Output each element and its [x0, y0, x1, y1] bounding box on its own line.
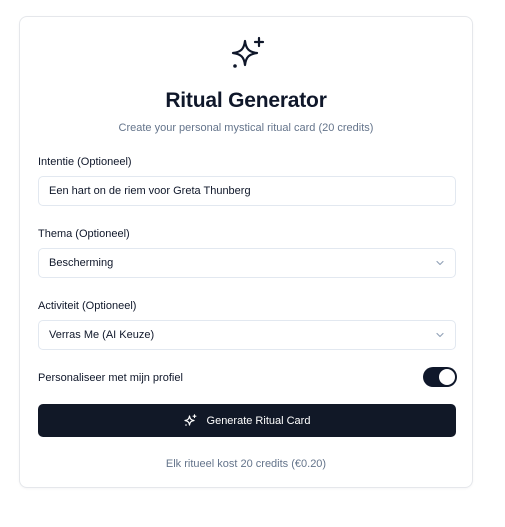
theme-select[interactable]: Bescherming	[38, 248, 456, 278]
ritual-generator-card: Ritual Generator Create your personal my…	[19, 16, 473, 488]
theme-select-value: Bescherming	[49, 257, 114, 269]
intent-label: Intentie (Optioneel)	[38, 156, 132, 168]
page-subtitle: Create your personal mystical ritual car…	[118, 122, 374, 134]
personalize-label: Personaliseer met mijn profiel	[38, 372, 183, 384]
chevron-down-icon	[436, 332, 444, 338]
generate-ritual-card-button[interactable]: Generate Ritual Card	[38, 404, 456, 437]
activity-label: Activiteit (Optioneel)	[38, 300, 137, 312]
toggle-knob	[439, 369, 455, 385]
sparkles-icon	[231, 36, 265, 68]
page-title: Ritual Generator	[165, 89, 327, 112]
sparkles-icon	[183, 414, 196, 426]
intent-input-value: Een hart on de riem voor Greta Thunberg	[49, 185, 251, 197]
theme-label: Thema (Optioneel)	[38, 228, 130, 240]
generate-button-label: Generate Ritual Card	[206, 414, 311, 427]
activity-select[interactable]: Verras Me (AI Keuze)	[38, 320, 456, 350]
personalize-toggle[interactable]	[423, 367, 457, 387]
credits-note: Elk ritueel kost 20 credits (€0.20)	[165, 458, 327, 470]
intent-input[interactable]: Een hart on de riem voor Greta Thunberg	[38, 176, 456, 206]
activity-select-value: Verras Me (AI Keuze)	[49, 329, 155, 341]
chevron-down-icon	[436, 260, 444, 266]
